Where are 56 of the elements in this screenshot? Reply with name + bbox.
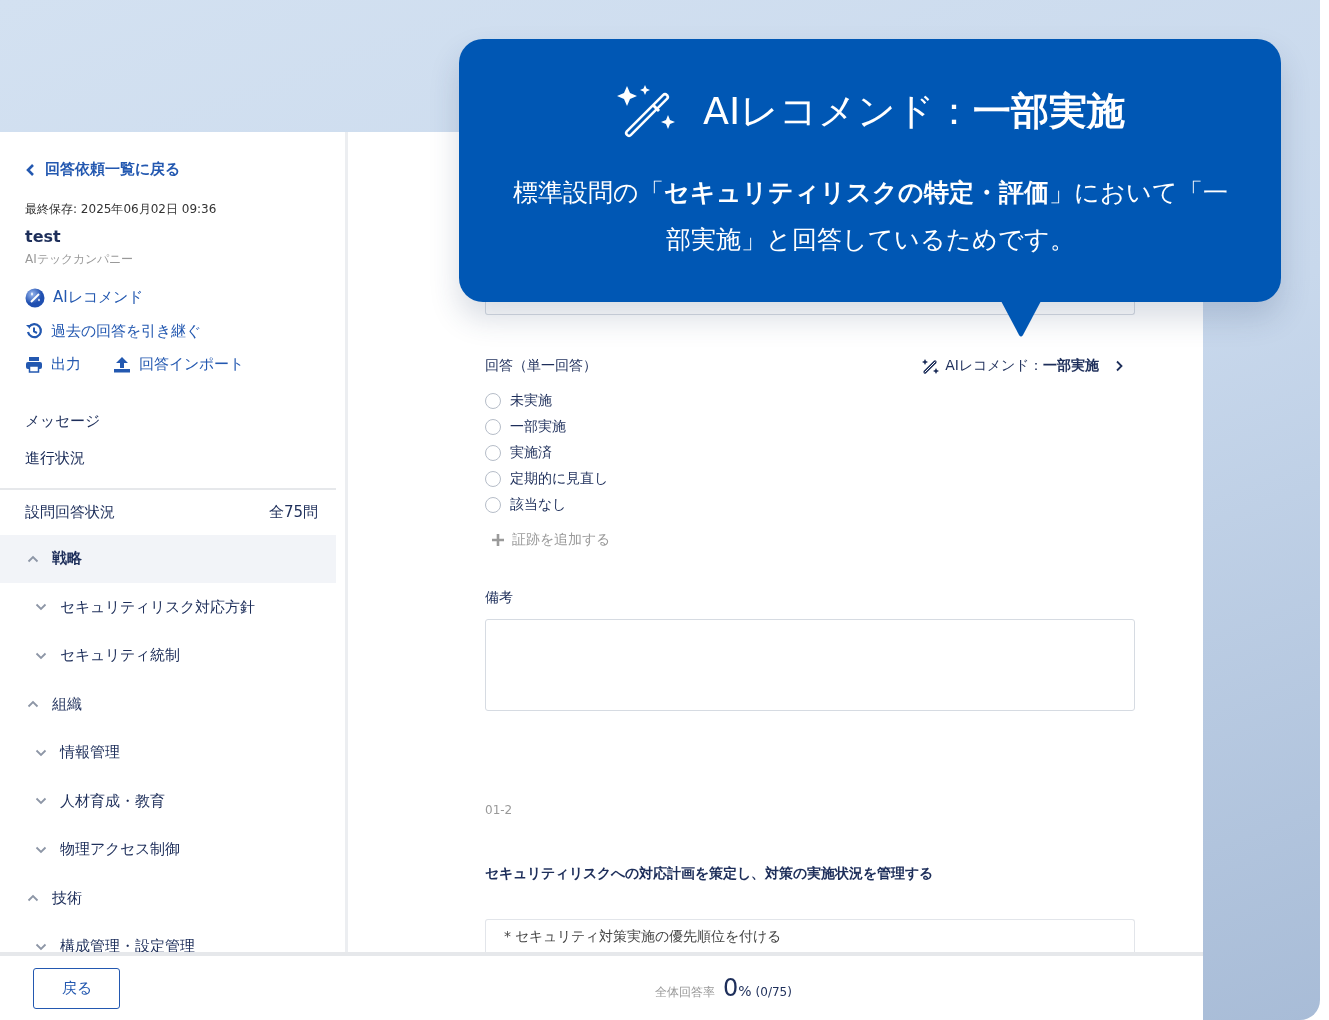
plus-icon [491, 533, 505, 547]
survey-title: test [25, 226, 62, 246]
caret-down-icon [35, 845, 47, 854]
tooltip-text: 標準設問の「セキュリティリスクの特定・評価」において「一部実施」と回答しているためです。 [511, 177, 1229, 256]
caret-up-icon [27, 894, 39, 903]
caret-down-icon [35, 748, 47, 757]
company-name: AIテックカンパニー [25, 250, 134, 268]
action-link[interactable]: 回答インポート [113, 354, 244, 374]
magic-wand-icon [922, 357, 940, 375]
ai-recommend-link[interactable]: AIレコメンド：一部実施 [922, 357, 1123, 375]
tree-item[interactable]: 物理アクセス制御 [0, 825, 336, 874]
caret-up-icon [27, 554, 39, 563]
caret-down-icon [35, 603, 47, 612]
question-title: セキュリティリスクへの対応計画を策定し、対策の実施状況を管理する [485, 865, 934, 883]
back-button[interactable]: 戻る [33, 967, 120, 1009]
caret-down-icon [35, 942, 47, 951]
tree-item[interactable]: 戦略 [0, 534, 336, 583]
rate-value: 0 [723, 974, 739, 1002]
option-label: 該当なし [510, 495, 566, 514]
status-label: 設問回答状況 [25, 502, 115, 522]
tree-item[interactable]: 情報管理 [0, 728, 336, 777]
nav-item[interactable]: メッセージ [25, 411, 336, 431]
tree-item[interactable]: 人材育成・教育 [0, 777, 336, 826]
action-link[interactable]: 出力 [25, 354, 81, 374]
question-number: 01-2 [485, 803, 514, 817]
remarks-label: 備考 [485, 589, 514, 607]
tree-item[interactable]: セキュリティリスク対応方針 [0, 583, 336, 632]
caret-up-icon [27, 700, 39, 709]
rate-label: 全体回答率 [655, 984, 715, 1001]
nav-item[interactable]: 進行状況 [25, 448, 336, 468]
answer-label: 回答（単一回答） [485, 357, 597, 375]
tree-item[interactable]: 組織 [0, 680, 336, 729]
printer-icon [25, 355, 43, 373]
option-label: 実施済 [510, 443, 552, 462]
option-label: 定期的に見直し [510, 469, 608, 488]
option-label: 未実施 [510, 391, 552, 410]
tree-item[interactable]: セキュリティ統制 [0, 631, 336, 680]
question-count: 全75問 [268, 502, 318, 522]
caret-down-icon [35, 797, 47, 806]
upload-icon [113, 355, 131, 373]
text-area[interactable] [485, 619, 1135, 711]
action-link[interactable]: AIレコメンド [25, 287, 336, 308]
caret-down-icon [35, 651, 47, 660]
last-saved-text: 最終保存: 2025年06月02日 09:36 [25, 200, 218, 218]
chevron-left-icon [25, 162, 35, 177]
tree-item[interactable]: 技術 [0, 874, 336, 923]
back-link[interactable]: 回答依頼一覧に戻る [25, 160, 180, 179]
option-label: 一部実施 [510, 417, 566, 436]
magic-wand-icon [25, 287, 45, 308]
rate-unit: % [738, 983, 752, 999]
history-icon [25, 322, 43, 340]
tooltip-title: AIレコメンド：一部実施 [702, 87, 1126, 135]
action-link[interactable]: 過去の回答を引き継ぐ [25, 321, 336, 341]
hint-text: * セキュリティ対策実施の優先順位を付ける [504, 928, 783, 946]
rate-count: (0/75) [755, 985, 792, 999]
chevron-right-icon [1115, 360, 1123, 372]
